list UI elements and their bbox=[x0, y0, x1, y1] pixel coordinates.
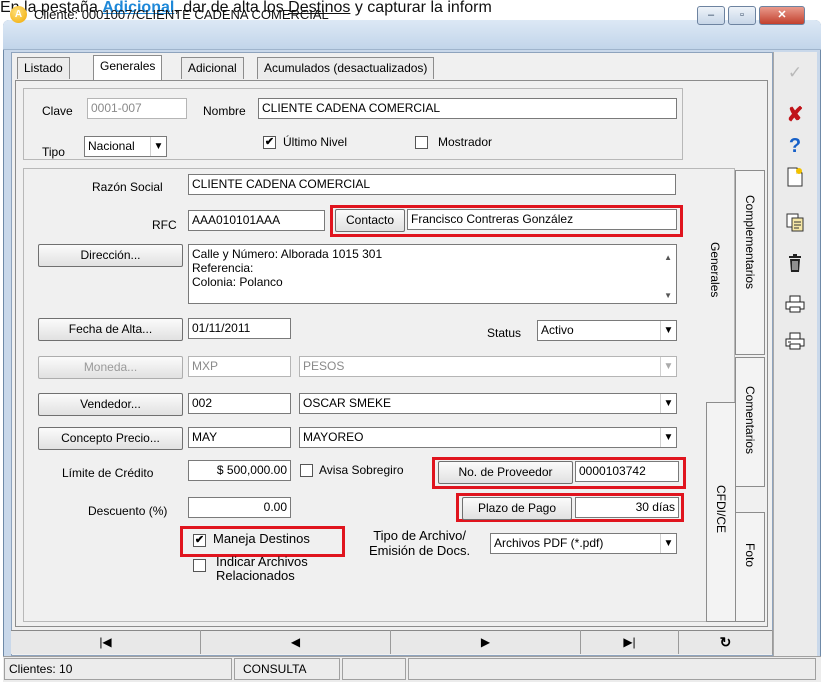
ultimo-nivel-checkbox[interactable]: ✔ bbox=[263, 136, 276, 149]
concepto-name-select[interactable]: MAYOREO ▼ bbox=[299, 427, 677, 448]
status-label: Status bbox=[487, 326, 522, 340]
moneda-name-value: PESOS bbox=[303, 359, 345, 373]
chevron-down-icon: ▼ bbox=[150, 137, 166, 156]
tipo-archivo-value: Archivos PDF (*.pdf) bbox=[494, 536, 604, 550]
refresh-button[interactable]: ↻ bbox=[679, 630, 773, 654]
status-value: Activo bbox=[541, 323, 574, 337]
last-record-button[interactable]: ▶| bbox=[581, 630, 679, 654]
tab-generales-vertical[interactable]: Generales bbox=[702, 210, 732, 370]
chevron-down-icon: ▼ bbox=[660, 428, 676, 447]
tab-acumulados[interactable]: Acumulados (desactualizados) bbox=[257, 57, 435, 79]
clave-field[interactable]: 0001-007 bbox=[87, 98, 187, 119]
moneda-name-select[interactable]: PESOS ▼ bbox=[299, 356, 677, 377]
app-icon: A bbox=[10, 6, 27, 23]
direccion-button[interactable]: Dirección... bbox=[38, 244, 183, 267]
copy-document-icon[interactable] bbox=[779, 212, 811, 242]
trash-icon[interactable] bbox=[779, 253, 811, 283]
tipo-archivo-select[interactable]: Archivos PDF (*.pdf) ▼ bbox=[490, 533, 677, 554]
next-record-button[interactable]: ▶ bbox=[391, 630, 581, 654]
rfc-label: RFC bbox=[152, 218, 177, 232]
tipo-label: Tipo bbox=[42, 145, 65, 159]
concepto-precio-button[interactable]: Concepto Precio... bbox=[38, 427, 183, 450]
mostrador-checkbox[interactable] bbox=[415, 136, 428, 149]
status-panel-empty bbox=[342, 658, 406, 680]
concepto-name-value: MAYOREO bbox=[303, 430, 364, 444]
no-proveedor-field[interactable]: 0000103742 bbox=[575, 461, 679, 482]
mostrador-label: Mostrador bbox=[438, 135, 493, 149]
vendedor-button[interactable]: Vendedor... bbox=[38, 393, 183, 416]
moneda-button[interactable]: Moneda... bbox=[38, 356, 183, 379]
vendedor-name-value: OSCAR SMEKE bbox=[303, 396, 392, 410]
no-proveedor-button[interactable]: No. de Proveedor bbox=[438, 461, 573, 484]
contacto-field[interactable]: Francisco Contreras González bbox=[407, 209, 677, 230]
razon-social-label: Razón Social bbox=[92, 180, 163, 194]
help-icon[interactable]: ? bbox=[779, 131, 811, 161]
tab-adicional[interactable]: Adicional bbox=[181, 57, 244, 79]
nombre-field[interactable]: CLIENTE CADENA COMERCIAL bbox=[258, 98, 677, 119]
direccion-line-2: Referencia: bbox=[192, 261, 254, 275]
avisa-sobregiro-label: Avisa Sobregiro bbox=[319, 463, 404, 477]
descuento-label: Descuento (%) bbox=[88, 504, 168, 518]
rfc-field[interactable]: AAA010101AAA bbox=[188, 210, 325, 231]
new-document-icon[interactable] bbox=[779, 167, 811, 197]
vendedor-code-field[interactable]: 002 bbox=[188, 393, 291, 414]
scroll-down-icon[interactable]: ▼ bbox=[664, 289, 672, 303]
scroll-up-icon[interactable]: ▲ bbox=[664, 251, 672, 265]
tipo-select[interactable]: Nacional ▼ bbox=[84, 136, 167, 157]
maximize-button[interactable]: ▫ bbox=[728, 6, 756, 25]
chevron-down-icon: ▼ bbox=[660, 534, 676, 553]
moneda-code-field[interactable]: MXP bbox=[188, 356, 291, 377]
fecha-alta-button[interactable]: Fecha de Alta... bbox=[38, 318, 183, 341]
print-icon[interactable] bbox=[779, 293, 811, 323]
status-panel-extra bbox=[408, 658, 816, 680]
print-preview-icon[interactable] bbox=[779, 330, 811, 360]
maneja-destinos-label: Maneja Destinos bbox=[213, 531, 310, 546]
chevron-down-icon: ▼ bbox=[660, 321, 676, 340]
previous-record-button[interactable]: ◀ bbox=[201, 630, 391, 654]
status-select[interactable]: Activo ▼ bbox=[537, 320, 677, 341]
plazo-pago-field[interactable]: 30 días bbox=[575, 497, 679, 518]
tab-foto[interactable]: Foto bbox=[735, 512, 765, 622]
delete-x-icon[interactable]: ✘ bbox=[779, 100, 811, 130]
tab-comentarios[interactable]: Comentarios bbox=[735, 357, 765, 487]
mode-indicator: CONSULTA bbox=[234, 658, 340, 680]
avisa-sobregiro-checkbox[interactable] bbox=[300, 464, 313, 477]
contacto-button[interactable]: Contacto bbox=[335, 209, 405, 232]
razon-social-field[interactable]: CLIENTE CADENA COMERCIAL bbox=[188, 174, 676, 195]
direccion-line-3: Colonia: Polanco bbox=[192, 275, 283, 289]
fecha-alta-field[interactable]: 01/11/2011 bbox=[188, 318, 291, 339]
nombre-label: Nombre bbox=[203, 104, 246, 118]
window-title: Cliente: 0001007/CLIENTE CADENA COMERCIA… bbox=[34, 7, 329, 22]
tipo-value: Nacional bbox=[88, 139, 135, 153]
tipo-archivo-label: Tipo de Archivo/ Emisión de Docs. bbox=[369, 528, 471, 558]
ultimo-nivel-label: Último Nivel bbox=[283, 135, 348, 149]
indicar-archivos-label: Indicar Archivos Relacionados bbox=[216, 554, 308, 583]
indicar-archivos-checkbox[interactable] bbox=[193, 559, 206, 572]
chevron-down-icon: ▼ bbox=[660, 394, 676, 413]
checkmark-icon[interactable]: ✓ bbox=[779, 58, 811, 88]
tab-listado[interactable]: Listado bbox=[17, 57, 70, 79]
tab-cfdi-ce[interactable]: CFDI/CE bbox=[706, 402, 736, 622]
tab-generales[interactable]: Generales bbox=[93, 55, 163, 80]
concepto-code-field[interactable]: MAY bbox=[188, 427, 291, 448]
descuento-field[interactable]: 0.00 bbox=[188, 497, 291, 518]
plazo-pago-button[interactable]: Plazo de Pago bbox=[462, 497, 572, 520]
chevron-down-icon: ▼ bbox=[660, 357, 676, 376]
tab-complementarios[interactable]: Complementarios bbox=[735, 170, 765, 355]
limite-credito-label: Límite de Crédito bbox=[62, 466, 154, 480]
maneja-destinos-checkbox[interactable]: ✔ bbox=[193, 534, 206, 547]
close-button[interactable]: ✕ bbox=[759, 6, 805, 25]
direccion-line-1: Calle y Número: Alborada 1015 301 bbox=[192, 247, 383, 261]
minimize-button[interactable]: – bbox=[697, 6, 725, 25]
first-record-button[interactable]: |◀ bbox=[11, 630, 201, 654]
clave-label: Clave bbox=[42, 104, 73, 118]
vendedor-name-select[interactable]: OSCAR SMEKE ▼ bbox=[299, 393, 677, 414]
record-count: Clientes: 10 bbox=[4, 658, 232, 680]
direccion-field[interactable]: Calle y Número: Alborada 1015 301 Refere… bbox=[188, 244, 677, 304]
limite-credito-field[interactable]: $ 500,000.00 bbox=[188, 460, 291, 481]
